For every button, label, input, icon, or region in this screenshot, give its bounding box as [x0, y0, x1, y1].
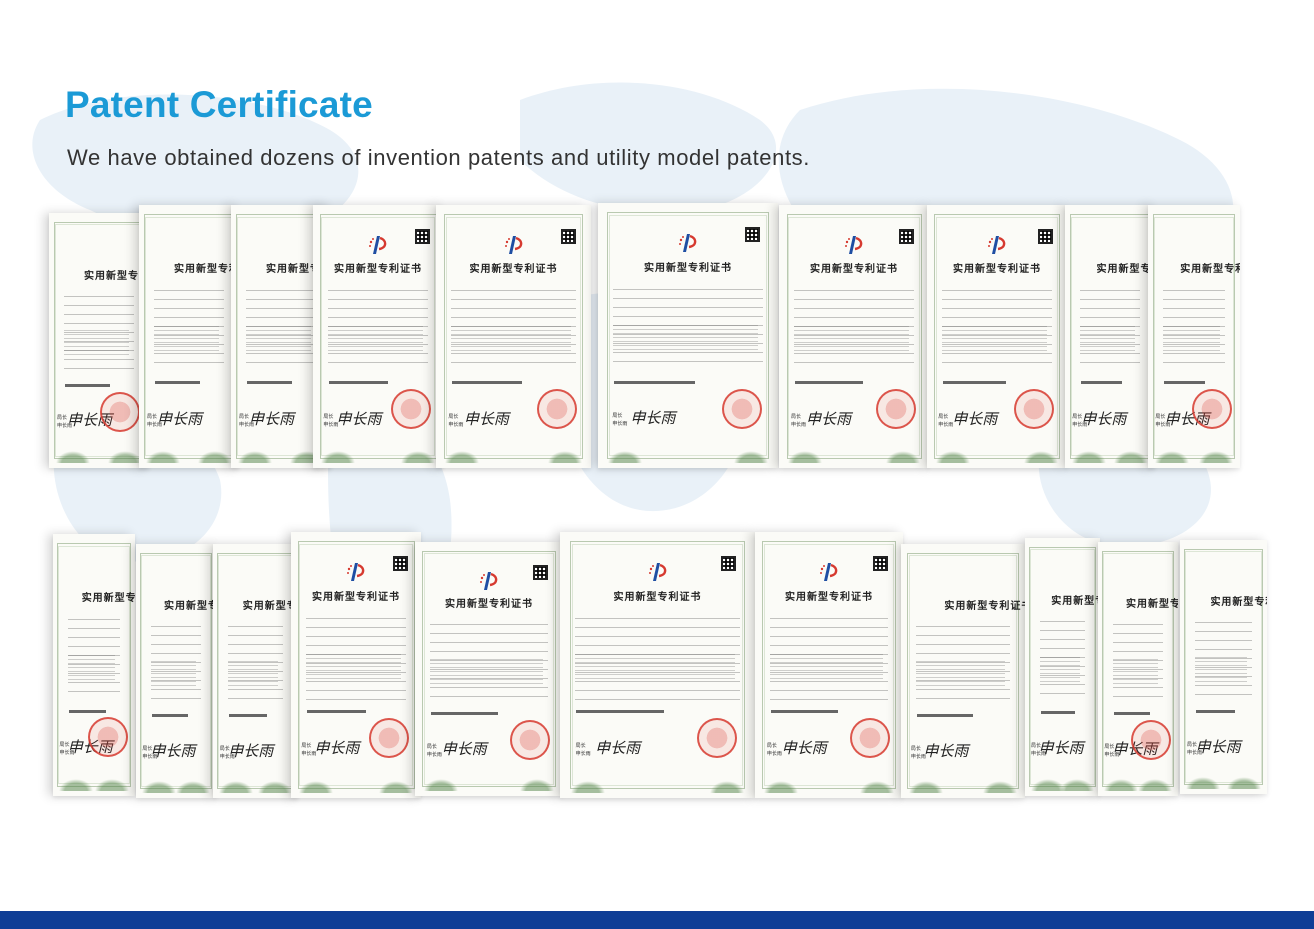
patent-certificate: 实用新型专利证书局长申长雨申长雨	[560, 532, 755, 798]
certificate-barcode	[1196, 710, 1236, 714]
signature-labels: 局长 申长雨	[426, 743, 442, 758]
certificate-heading: 实用新型专利证书	[1210, 597, 1267, 609]
certificate-barcode	[431, 712, 498, 716]
director-signature: 申长雨	[781, 738, 827, 757]
cnipa-logo-icon	[818, 561, 840, 583]
vine-decoration-left	[56, 776, 97, 791]
certificate-body-text	[1113, 658, 1158, 685]
official-seal-icon	[1130, 719, 1171, 760]
vine-decoration-left	[905, 778, 946, 793]
cnipa-logo-icon	[478, 570, 500, 592]
qr-code-icon	[873, 555, 889, 571]
patent-certificate: 实用新型专利证书局长申长雨申长雨	[53, 534, 135, 796]
director-signature: 申长雨	[441, 739, 487, 758]
certificate-body-text	[68, 654, 115, 681]
certificate-barcode	[917, 714, 973, 718]
certificate-body-text	[575, 654, 735, 681]
certificate-barcode	[152, 714, 188, 718]
patent-certificate: 实用新型专利证书局长申长雨申长雨	[415, 542, 563, 796]
vine-decoration-right	[1057, 776, 1097, 791]
vine-decoration-right	[707, 778, 748, 793]
patent-certificate: 实用新型专利证书局长申长雨申长雨	[755, 532, 903, 798]
certificate-row-bottom: 实用新型专利证书局长申长雨申长雨实用新型专利证书局长申长雨申长雨实用新型专利证书…	[0, 0, 1314, 929]
certificate-heading: 实用新型专利证书	[1126, 599, 1178, 611]
director-signature: 申长雨	[1195, 737, 1241, 756]
patent-certificate: 实用新型专利证书局长申长雨申长雨	[1025, 538, 1100, 796]
certificate-body-text	[770, 654, 883, 681]
director-signature: 申长雨	[923, 741, 969, 760]
qr-code-icon	[720, 555, 736, 571]
patent-certificate: 实用新型专利证书局长申长雨申长雨	[291, 532, 421, 798]
certificate-barcode	[229, 714, 268, 718]
vine-decoration-right	[517, 776, 558, 791]
patent-certificate: 实用新型专利证书局长申长雨申长雨	[1180, 540, 1267, 794]
certificate-heading: 实用新型专利证书	[164, 601, 216, 613]
director-signature: 申长雨	[1038, 738, 1084, 757]
certificate-body-text	[306, 654, 401, 681]
vine-decoration-left	[1183, 774, 1224, 789]
director-signature: 申长雨	[595, 738, 641, 757]
certificate-barcode	[1041, 710, 1075, 714]
official-seal-icon	[509, 719, 550, 760]
certificate-barcode	[307, 710, 366, 714]
certificate-body-text	[1195, 656, 1247, 683]
cnipa-logo-icon	[345, 561, 367, 583]
signature-labels: 局长 申长雨	[766, 743, 782, 758]
director-signature: 申长雨	[150, 741, 196, 760]
patent-certificate: 实用新型专利证书局长申长雨申长雨	[136, 544, 216, 798]
vine-decoration-right	[91, 776, 132, 791]
cnipa-logo-icon	[647, 561, 669, 583]
vine-decoration-left	[567, 778, 608, 793]
patent-certificate: 实用新型专利证书局长申长雨申长雨	[901, 544, 1025, 798]
bottom-band	[0, 911, 1314, 929]
vine-decoration-left	[216, 778, 257, 793]
vine-decoration-left	[296, 778, 337, 793]
vine-decoration-right	[172, 778, 213, 793]
certificate-heading: 实用新型专利证书	[1051, 596, 1100, 608]
certificate-body-text	[916, 660, 1005, 687]
vine-decoration-right	[980, 778, 1021, 793]
certificate-barcode	[1114, 712, 1150, 716]
patent-certificate: 实用新型专利证书局长申长雨申长雨	[1098, 542, 1178, 796]
official-seal-icon	[87, 717, 128, 758]
certificate-heading: 实用新型专利证书	[613, 591, 702, 603]
certificate-barcode	[771, 710, 838, 714]
qr-code-icon	[393, 555, 408, 571]
director-signature: 申长雨	[228, 741, 274, 760]
certificate-body-text	[151, 660, 196, 687]
certificate-body-text	[430, 658, 543, 685]
director-signature: 申长雨	[314, 738, 360, 757]
patent-certificate: 实用新型专利证书局长申长雨申长雨	[213, 544, 298, 798]
certificate-heading: 实用新型专利证书	[242, 601, 298, 613]
certificate-body-text	[1040, 656, 1080, 683]
vine-decoration-right	[857, 778, 898, 793]
certificate-heading: 实用新型专利证书	[944, 601, 1025, 613]
vine-decoration-right	[254, 778, 295, 793]
vine-decoration-left	[420, 776, 461, 791]
signature-labels: 局长 申长雨	[575, 743, 591, 758]
certificate-heading: 实用新型专利证书	[445, 599, 533, 611]
vine-decoration-right	[1134, 776, 1175, 791]
certificate-body-text	[228, 660, 278, 687]
certificate-heading: 实用新型专利证书	[785, 591, 873, 603]
qr-code-icon	[533, 564, 549, 580]
certificate-barcode	[576, 710, 664, 714]
vine-decoration-right	[375, 778, 416, 793]
certificate-barcode	[69, 709, 106, 713]
vine-decoration-left	[760, 778, 801, 793]
certificate-heading: 实用新型专利证书	[312, 591, 400, 603]
vine-decoration-right	[1223, 774, 1264, 789]
certificate-heading: 实用新型专利证书	[81, 593, 135, 605]
official-seal-icon	[849, 718, 890, 759]
